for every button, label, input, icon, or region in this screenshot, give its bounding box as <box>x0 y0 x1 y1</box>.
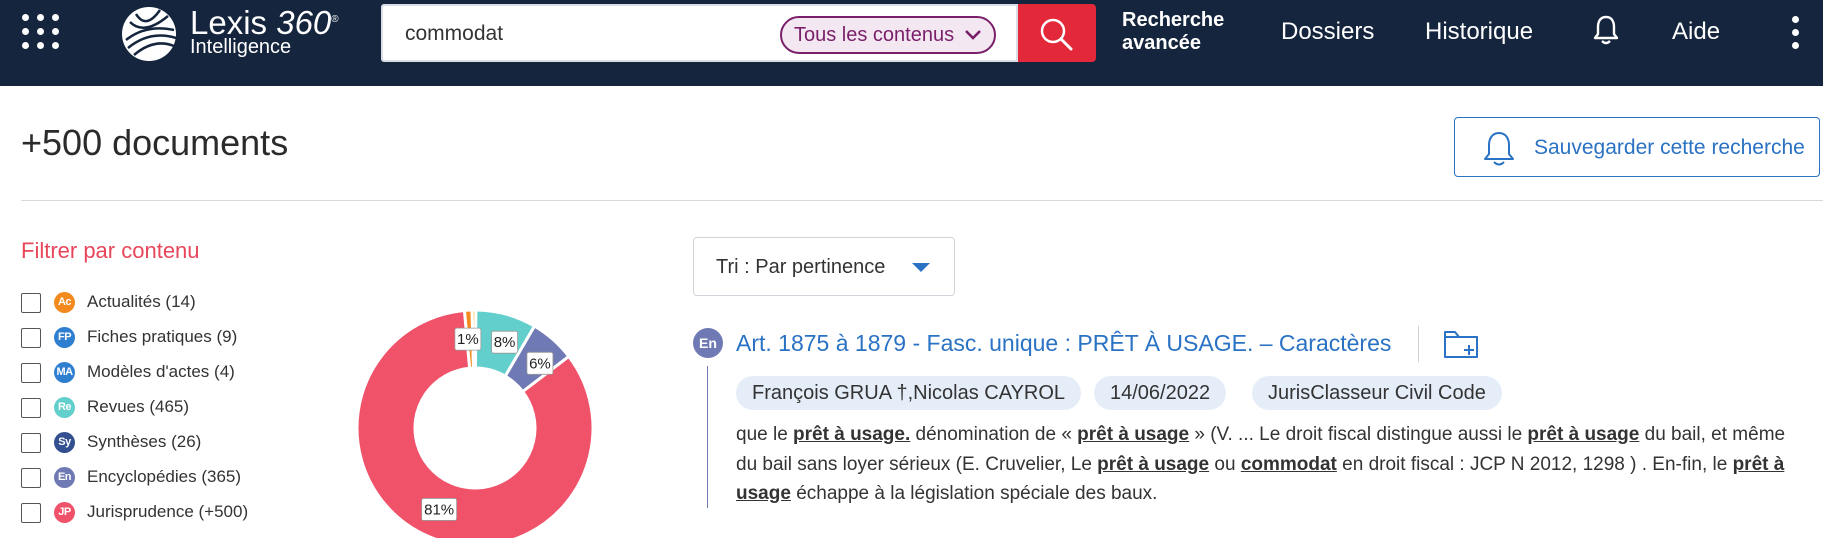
filter-label: Actualités (14) <box>87 292 196 311</box>
highlighted-term: prêt à usage <box>1077 424 1190 445</box>
filter-item[interactable]: Ac Actualités (14) <box>21 289 341 315</box>
content-distribution-donut-chart: 1% 8% 6% 81% <box>355 308 595 538</box>
snippet-text: dénomination de « <box>910 424 1078 445</box>
result-title-link[interactable]: Art. 1875 à 1879 - Fasc. unique : PRÊT À… <box>736 330 1391 357</box>
chevron-down-icon <box>965 30 981 40</box>
filter-item[interactable]: FP Fiches pratiques (9) <box>21 324 341 350</box>
apps-grid-icon[interactable] <box>22 14 62 54</box>
advanced-search-line2: avancée <box>1122 32 1201 54</box>
nav-folders[interactable]: Dossiers <box>1281 18 1374 46</box>
snippet-text: ou <box>1209 453 1241 475</box>
filter-label: Revues (465) <box>87 397 190 416</box>
content-type-badge: Ac <box>54 292 75 313</box>
advanced-search-line1: Recherche <box>1122 9 1225 31</box>
filter-title: Filtrer par contenu <box>21 238 200 263</box>
filter-checkbox[interactable] <box>21 293 41 313</box>
scope-label: Tous les contenus <box>794 24 955 46</box>
bell-icon <box>1484 132 1514 166</box>
save-search-button[interactable]: Sauvegarder cette recherche <box>1454 117 1820 177</box>
result-tag-authors: François GRUA †,Nicolas CAYROL <box>736 376 1082 410</box>
highlighted-term: prêt à usage. <box>793 424 911 445</box>
highlighted-term: prêt à usage <box>1527 424 1640 445</box>
highlighted-term: commodat <box>1240 453 1337 475</box>
donut-data-label: 1% <box>454 327 482 351</box>
donut-label-text: 1% <box>457 331 479 348</box>
filter-checkbox[interactable] <box>21 503 41 523</box>
add-to-folder-icon[interactable] <box>1442 326 1480 362</box>
snippet-text: que le <box>736 424 794 445</box>
results-count: +500 documents <box>21 122 289 163</box>
result-snippet: que le prêt à usage. dénomination de « p… <box>736 420 1804 509</box>
filter-item[interactable]: En Encyclopédies (365) <box>21 464 341 490</box>
search-icon <box>1040 18 1073 51</box>
sort-dropdown[interactable]: Tri : Par pertinence <box>693 237 955 296</box>
bell-icon[interactable] <box>1592 14 1620 46</box>
logo-globe-icon <box>122 7 177 61</box>
result-separator <box>1418 326 1419 362</box>
save-search-label: Sauvegarder cette recherche <box>1534 136 1805 159</box>
content-scope-dropdown[interactable]: Tous les contenus <box>780 16 996 54</box>
result-type-badge: En <box>693 328 723 358</box>
filter-label: Modèles d'actes (4) <box>87 362 235 381</box>
filter-checkbox[interactable] <box>21 363 41 383</box>
divider <box>21 200 1823 201</box>
donut-label-text: 8% <box>494 334 516 351</box>
kebab-menu-icon[interactable] <box>1791 16 1801 50</box>
filter-item[interactable]: MA Modèles d'actes (4) <box>21 359 341 385</box>
snippet-text: échappe à la législation spéciale des ba… <box>790 483 1158 504</box>
content-type-badge: MA <box>54 362 75 383</box>
filter-checkbox[interactable] <box>21 468 41 488</box>
donut-data-label: 6% <box>526 351 554 375</box>
nav-help[interactable]: Aide <box>1672 18 1720 46</box>
content-type-badge: FP <box>54 327 75 348</box>
donut-label-text: 6% <box>529 355 551 372</box>
search-button[interactable] <box>1018 4 1096 62</box>
snippet-text: » (V. ... Le droit fiscal distingue auss… <box>1189 424 1528 445</box>
filter-label: Encyclopédies (365) <box>87 467 242 486</box>
result-tag-date: 14/06/2022 <box>1094 376 1227 410</box>
filter-checkbox[interactable] <box>21 398 41 418</box>
lexis360-logo[interactable]: Lexis 360® Intelligence <box>116 0 366 70</box>
caret-down-icon <box>912 263 930 272</box>
filter-item[interactable]: JP Jurisprudence (+500) <box>21 499 341 525</box>
filter-label: Fiches pratiques (9) <box>87 327 238 346</box>
content-type-badge: En <box>54 467 75 488</box>
content-type-badge: Re <box>54 397 75 418</box>
filter-label: Jurisprudence (+500) <box>87 502 249 521</box>
content-type-badge: JP <box>54 502 75 523</box>
advanced-search-link[interactable]: Recherche avancée <box>1122 9 1242 55</box>
result-tag-source: JurisClasseur Civil Code <box>1252 376 1502 410</box>
highlighted-term: prêt à usage <box>1097 453 1210 475</box>
filter-item[interactable]: Re Revues (465) <box>21 394 341 420</box>
top-navigation-bar: Lexis 360® Intelligence Tous les contenu… <box>0 0 1823 86</box>
content-type-badge: Sy <box>54 432 75 453</box>
donut-data-label: 8% <box>491 330 518 354</box>
logo-subtitle: Intelligence <box>190 36 292 58</box>
search-input[interactable] <box>405 20 765 48</box>
filter-checkbox[interactable] <box>21 433 41 453</box>
filter-item[interactable]: Sy Synthèses (26) <box>21 429 341 455</box>
snippet-text: en droit fiscal : JCP N 2012, 1298 ) . E… <box>1336 453 1733 475</box>
search-box: Tous les contenus <box>381 4 1018 62</box>
result-accent-line <box>707 366 708 508</box>
nav-history[interactable]: Historique <box>1425 18 1533 46</box>
donut-data-label: 81% <box>421 498 458 521</box>
donut-label-text: 81% <box>424 501 454 518</box>
sort-label: Tri : Par pertinence <box>716 256 886 278</box>
filter-checkbox[interactable] <box>21 328 41 348</box>
filter-label: Synthèses (26) <box>87 432 202 451</box>
